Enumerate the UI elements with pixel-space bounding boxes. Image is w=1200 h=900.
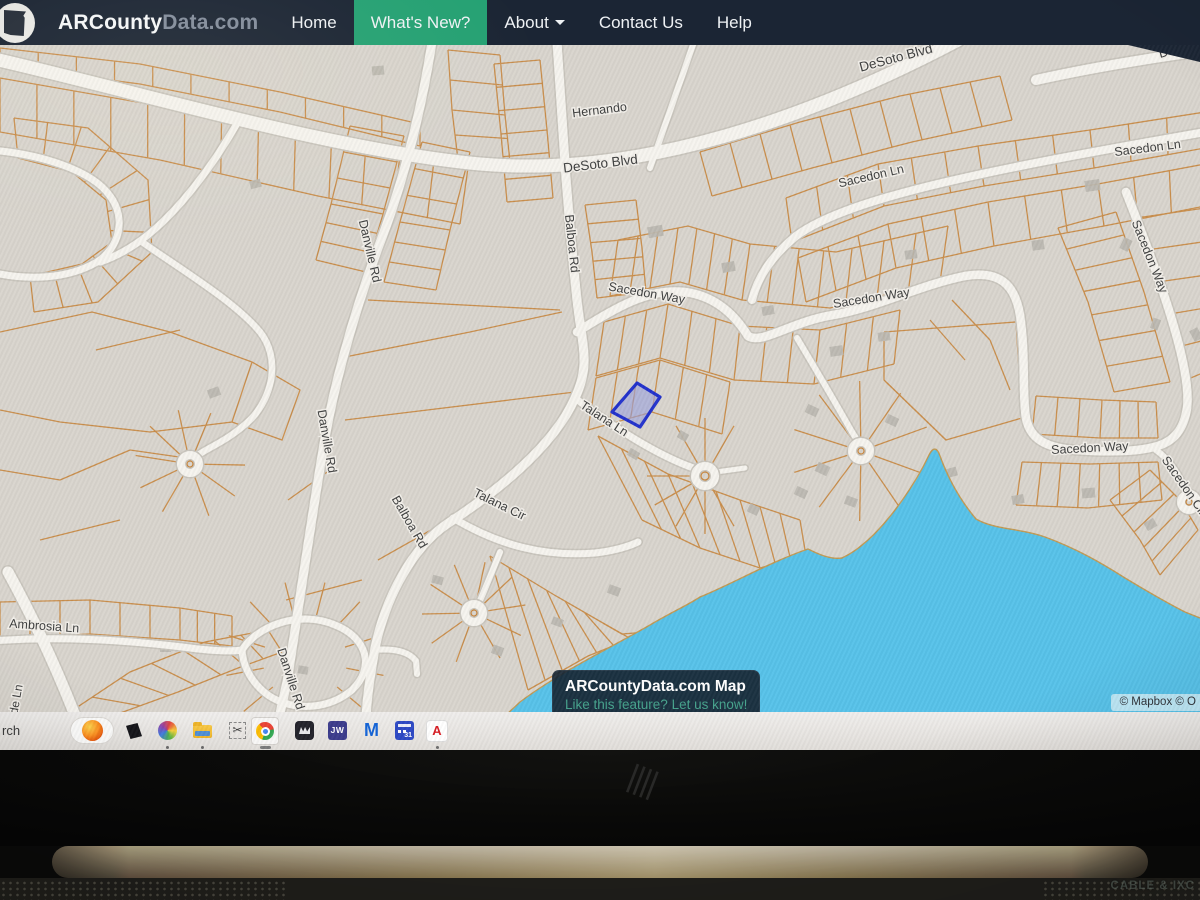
dark-app-glyph: [299, 727, 310, 734]
brand[interactable]: ARCountyData.com: [58, 0, 258, 45]
jw-app-icon[interactable]: JW: [328, 721, 347, 740]
active-indicator: [260, 746, 271, 749]
tooltip-title: ARCountyData.com Map: [565, 678, 747, 696]
parcel-map[interactable]: HernandoDeSoto BlvdDeSoto BlvdDeSotoSace…: [0, 45, 1200, 712]
running-indicator: [201, 746, 204, 749]
task-view-icon[interactable]: [126, 723, 142, 739]
map-tooltip: ARCountyData.com Map Like this feature? …: [552, 670, 760, 712]
nav-home[interactable]: Home: [274, 0, 353, 45]
tooltip-feedback-link[interactable]: Like this feature? Let us know!: [565, 697, 747, 712]
snipping-tool-icon[interactable]: ✂: [229, 722, 246, 739]
nav-help[interactable]: Help: [700, 0, 769, 45]
speaker-grille: [0, 880, 288, 900]
dark-app-icon[interactable]: [295, 721, 314, 740]
chrome-logo-glyph: [256, 722, 274, 740]
brand-secondary: Data.com: [162, 11, 258, 35]
nav-about[interactable]: About: [487, 0, 581, 45]
firefox-fox-glyph: [82, 720, 103, 741]
caret-down-icon: [555, 20, 565, 25]
running-indicator: [436, 746, 439, 749]
schedule-number: 31: [404, 732, 412, 739]
windows-taskbar: rch ✂ JW M 31 A: [0, 712, 1200, 750]
nav-about-label: About: [504, 13, 548, 33]
schedule-bar: [398, 724, 411, 727]
hp-logo-icon: [622, 762, 668, 806]
arkansas-state-shape: [4, 10, 26, 36]
taskbar-search-text[interactable]: rch: [2, 712, 20, 750]
navbar: ARCountyData.com Home What's New? About …: [0, 0, 1200, 45]
laptop-photo: ARCountyData.com Home What's New? About …: [0, 0, 1200, 900]
running-indicator: [166, 746, 169, 749]
nav-contact-us[interactable]: Contact Us: [582, 0, 700, 45]
laptop-hinge: [52, 846, 1148, 878]
brand-primary: ARCounty: [58, 11, 162, 35]
schedule-dot: [398, 730, 401, 733]
file-explorer-icon[interactable]: [193, 725, 212, 738]
nav-whats-new[interactable]: What's New?: [354, 0, 488, 45]
acrobat-icon[interactable]: A: [426, 720, 448, 742]
laptop-bezel: [0, 750, 1200, 846]
schedule-app-icon[interactable]: 31: [395, 721, 414, 740]
photo-watermark: CABLE & IXC: [1111, 880, 1195, 892]
folder-paper: [195, 731, 210, 736]
arkansas-logo-icon[interactable]: [0, 3, 35, 43]
chrome-icon[interactable]: [251, 717, 279, 745]
map-canvas: HernandoDeSoto BlvdDeSoto BlvdDeSotoSace…: [0, 45, 1200, 712]
firefox-icon[interactable]: [70, 717, 114, 744]
color-sphere-icon[interactable]: [158, 721, 177, 740]
malwarebytes-icon[interactable]: M: [361, 720, 382, 741]
map-attribution[interactable]: © Mapbox © O: [1111, 694, 1200, 711]
